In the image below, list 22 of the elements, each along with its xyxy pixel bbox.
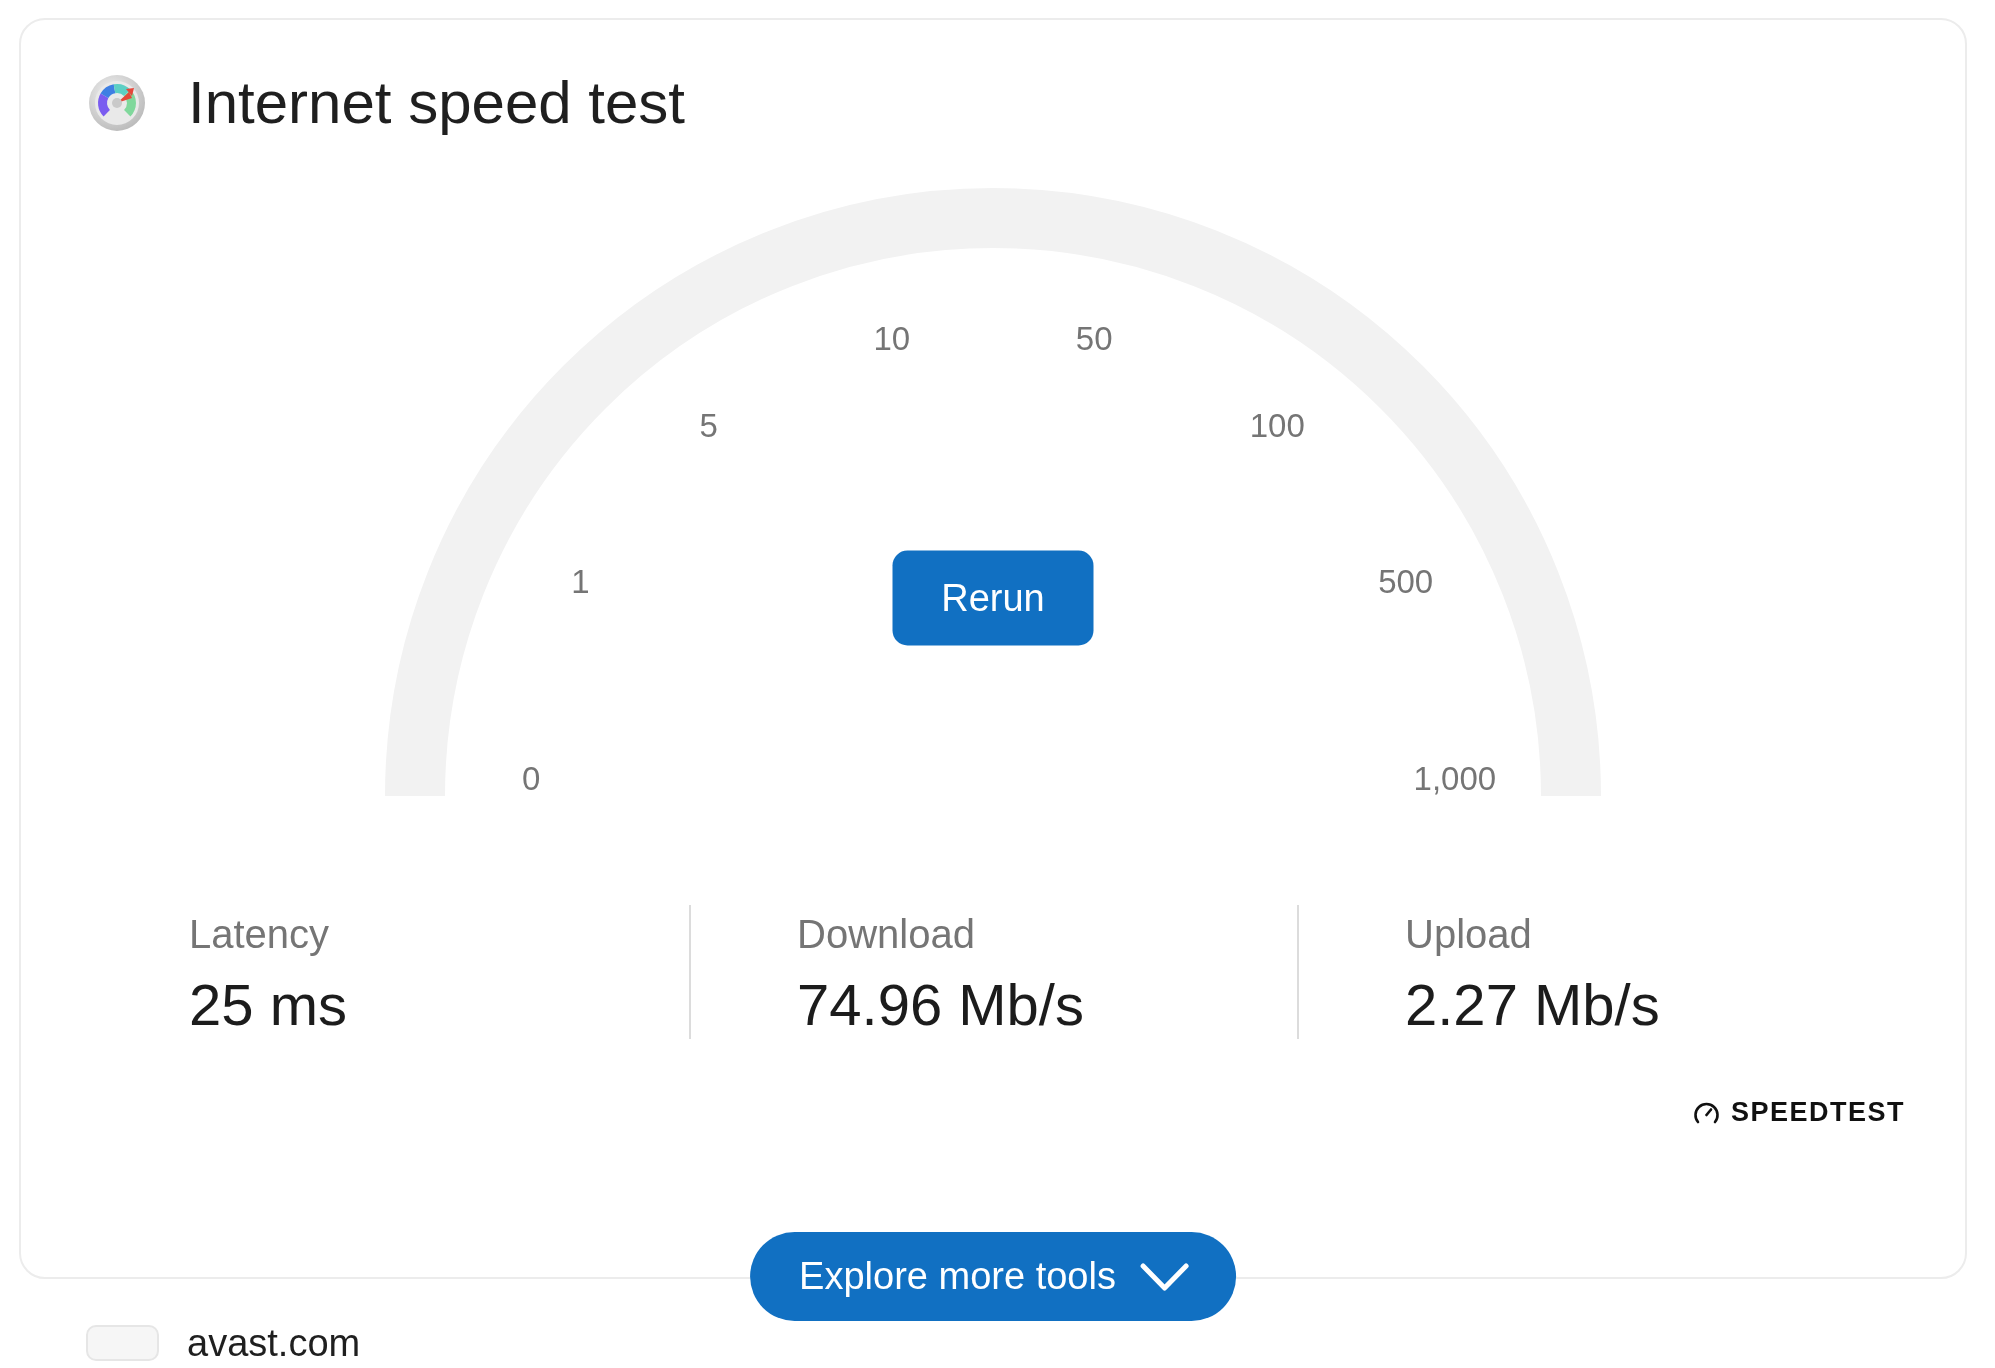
stat-label: Upload <box>1405 911 1533 958</box>
gauge-scale-label: 5 <box>699 406 718 445</box>
gauge-scale-label: 500 <box>1378 563 1434 602</box>
chevron-down-icon <box>1138 1260 1190 1293</box>
stat-value: 25 ms <box>189 971 348 1039</box>
rerun-button[interactable]: Rerun <box>892 550 1094 646</box>
gauge-scale-label: 50 <box>1075 320 1113 359</box>
stat-value: 2.27 Mb/s <box>1405 971 1661 1039</box>
gauge-scale-label: 100 <box>1249 406 1305 445</box>
speedtest-logo-text: SPEEDTEST <box>1730 1096 1905 1129</box>
stat-value: 74.96 Mb/s <box>797 971 1085 1039</box>
gauge-scale-label: 10 <box>873 320 911 359</box>
speedometer-icon <box>1692 1100 1720 1124</box>
gauge-scale-label: 1 <box>571 563 590 602</box>
stat-label: Latency <box>189 911 331 958</box>
gauge-scale-label: 1,000 <box>1413 759 1497 798</box>
gauge-icon <box>88 73 146 132</box>
card-title: Internet speed test <box>188 68 685 137</box>
explore-more-tools-button[interactable]: Explore more tools <box>750 1232 1236 1321</box>
site-link[interactable]: avast.com <box>187 1323 361 1363</box>
stat-label: Download <box>797 911 976 958</box>
gauge-scale-label: 0 <box>521 759 541 798</box>
